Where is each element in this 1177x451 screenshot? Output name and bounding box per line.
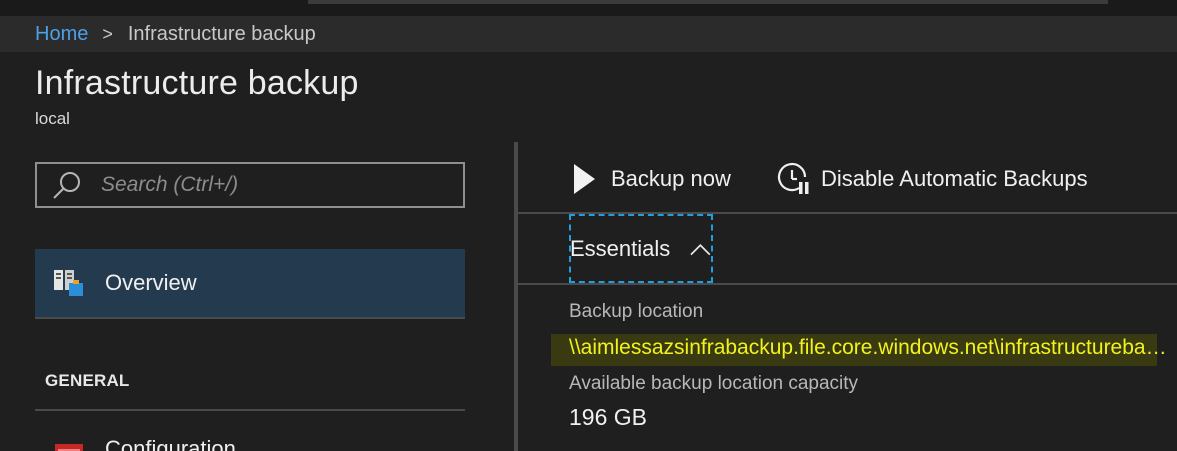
backup-location-label: Backup location xyxy=(569,301,704,322)
top-bar xyxy=(0,0,1177,16)
backup-location-value: \\aimlessazsinfrabackup.file.core.window… xyxy=(569,336,1169,359)
configuration-icon xyxy=(55,444,83,451)
sidebar-search-input[interactable] xyxy=(101,173,431,197)
sidebar-search-box[interactable] xyxy=(35,162,465,208)
timer-pause-icon xyxy=(777,162,809,194)
capacity-value: 196 GB xyxy=(569,404,647,430)
app-window: Home > Infrastructure backup Infrastruct… xyxy=(0,0,1177,451)
backup-now-button[interactable]: Backup now xyxy=(572,160,731,198)
chevron-up-icon xyxy=(690,243,711,255)
global-search-bar[interactable] xyxy=(308,0,1108,4)
breadcrumb-current: Infrastructure backup xyxy=(127,22,316,45)
capacity-label: Available backup location capacity xyxy=(569,373,859,394)
pane-splitter[interactable] xyxy=(514,142,518,451)
essentials-label: Essentials xyxy=(570,235,671,261)
divider xyxy=(35,409,465,411)
disable-automatic-backups-label: Disable Automatic Backups xyxy=(821,166,1088,191)
sidebar-item-label: Configuration xyxy=(105,436,236,451)
breadcrumb-home-link[interactable]: Home xyxy=(35,23,88,46)
section-header-general: GENERAL xyxy=(45,371,130,390)
disable-automatic-backups-button[interactable]: Disable Automatic Backups xyxy=(777,160,1088,198)
page-subtitle: local xyxy=(35,109,70,128)
backup-now-label: Backup now xyxy=(611,166,731,191)
play-icon xyxy=(574,164,595,194)
page-title: Infrastructure backup xyxy=(35,64,359,102)
sidebar-item-overview[interactable]: Overview xyxy=(35,249,465,319)
chevron-right-icon: > xyxy=(102,23,113,44)
search-icon xyxy=(53,172,80,199)
sidebar-item-configuration[interactable]: Configuration xyxy=(35,426,465,451)
divider xyxy=(518,283,1177,285)
sidebar-item-label: Overview xyxy=(105,270,197,295)
essentials-toggle[interactable]: Essentials xyxy=(569,214,713,283)
overview-servers-icon xyxy=(54,270,83,296)
breadcrumb: Home > Infrastructure backup xyxy=(0,16,1177,52)
